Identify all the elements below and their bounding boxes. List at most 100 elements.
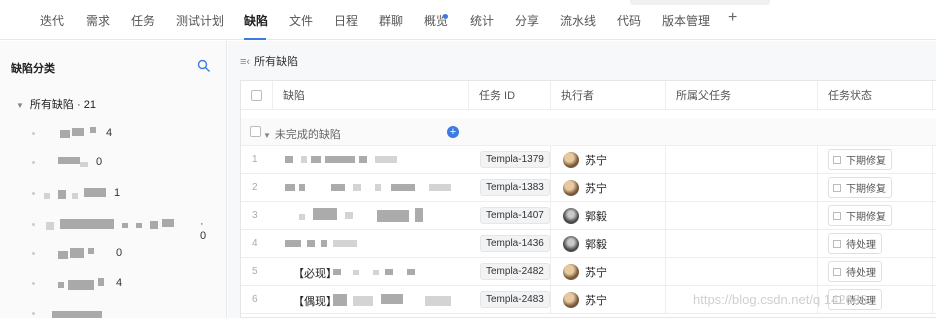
table-row[interactable]: 2 Templa-1383 苏宁 下期修复: [241, 174, 936, 202]
table-row[interactable]: 5 【必现】 Templa-2482 苏宁 待处理: [241, 258, 936, 286]
column-header-task-id[interactable]: 任务 ID: [469, 81, 551, 109]
parent-task-cell[interactable]: [666, 230, 818, 257]
assignee-cell[interactable]: 郭毅: [551, 230, 666, 257]
category-count: · 0: [200, 218, 207, 242]
parent-task-cell[interactable]: [666, 174, 818, 201]
assignee-cell[interactable]: 苏宁: [551, 286, 666, 313]
table-row[interactable]: 1 Templa-1379 苏宁 下期修复: [241, 146, 936, 174]
status-cell[interactable]: 下期修复: [818, 174, 933, 201]
defect-title[interactable]: 【必现】: [293, 265, 337, 281]
assignee-cell[interactable]: 苏宁: [551, 258, 666, 285]
tab-test-plan[interactable]: 测试计划: [176, 12, 224, 29]
defect-category-sidebar: 缺陷分类 ▼ 所有缺陷 · 21 4 0 1 · 0 0 4: [0, 41, 227, 318]
avatar: [563, 207, 579, 224]
redacted-text: [353, 296, 373, 306]
collapse-menu-icon[interactable]: ≡‹: [240, 56, 250, 68]
redacted-text: [333, 240, 357, 247]
tab-defects[interactable]: 缺陷: [244, 12, 268, 29]
sidebar-category-item[interactable]: 0: [32, 156, 212, 170]
redacted-text: [136, 223, 142, 228]
add-tab-button[interactable]: +: [728, 9, 737, 27]
avatar: [563, 151, 579, 168]
sidebar-category-item[interactable]: 1: [32, 187, 212, 201]
parent-task-cell[interactable]: [666, 146, 818, 173]
category-count: 0: [116, 247, 123, 259]
redacted-text: [425, 296, 451, 306]
column-header-assignee[interactable]: 执行者: [551, 81, 666, 109]
column-header-task-status[interactable]: 任务状态: [818, 81, 933, 109]
redacted-text: [333, 269, 341, 275]
redacted-text: [285, 156, 293, 163]
defect-title[interactable]: 【偶现】: [293, 293, 337, 309]
select-all-checkbox[interactable]: [241, 81, 273, 109]
tab-statistics[interactable]: 统计: [470, 12, 494, 29]
task-id-badge[interactable]: Templa-2483: [480, 291, 550, 308]
redacted-text: [373, 270, 379, 275]
task-id-badge[interactable]: Templa-1407: [480, 207, 550, 224]
column-header-parent-task[interactable]: 所属父任务: [666, 81, 818, 109]
sidebar-category-item[interactable]: 0: [32, 247, 212, 261]
sidebar-category-item[interactable]: [32, 307, 212, 318]
redacted-text: [375, 184, 381, 191]
status-badge[interactable]: 下期修复: [828, 205, 892, 226]
category-count: 4: [106, 127, 113, 139]
tab-code[interactable]: 代码: [617, 12, 641, 29]
sidebar-category-item[interactable]: 4: [32, 127, 212, 141]
add-defect-button[interactable]: +: [447, 126, 459, 138]
sidebar-item-all-defects[interactable]: ▼ 所有缺陷 · 21: [16, 96, 96, 112]
task-id-badge[interactable]: Templa-2482: [480, 263, 550, 280]
status-badge[interactable]: 待处理: [828, 261, 882, 282]
bullet-icon: [32, 282, 35, 285]
row-index: 1: [252, 154, 258, 165]
assignee-cell[interactable]: 苏宁: [551, 146, 666, 173]
tab-requirements[interactable]: 需求: [86, 12, 110, 29]
task-id-badge[interactable]: Templa-1383: [480, 179, 550, 196]
tab-files[interactable]: 文件: [289, 12, 313, 29]
group-checkbox[interactable]: [250, 126, 261, 137]
status-badge[interactable]: 待处理: [828, 233, 882, 254]
redacted-text: [84, 188, 106, 197]
status-cell[interactable]: 待处理: [818, 258, 933, 285]
group-header-unfinished[interactable]: ▼ 未完成的缺陷 +: [241, 118, 936, 146]
parent-task-cell[interactable]: [666, 202, 818, 229]
caret-down-icon: ▼: [263, 131, 271, 140]
search-icon[interactable]: [197, 59, 211, 73]
breadcrumb[interactable]: ≡‹ 所有缺陷: [240, 53, 298, 69]
assignee-cell[interactable]: 郭毅: [551, 202, 666, 229]
status-badge[interactable]: 下期修复: [828, 149, 892, 170]
redacted-text: [415, 208, 423, 222]
redacted-text: [385, 269, 393, 275]
status-cell[interactable]: 待处理: [818, 230, 933, 257]
assignee-cell[interactable]: 苏宁: [551, 174, 666, 201]
status-badge[interactable]: 下期修复: [828, 177, 892, 198]
redacted-text: [353, 270, 359, 275]
row-index: 6: [252, 294, 258, 305]
tab-version-management[interactable]: 版本管理: [662, 12, 710, 29]
sidebar-category-item[interactable]: 4: [32, 277, 212, 291]
sidebar-category-item[interactable]: · 0: [32, 218, 212, 242]
bullet-icon: [32, 312, 35, 315]
tab-iteration[interactable]: 迭代: [40, 12, 64, 29]
assignee-name: 苏宁: [585, 294, 607, 307]
tab-tasks[interactable]: 任务: [131, 12, 155, 29]
parent-task-cell[interactable]: [666, 258, 818, 285]
tab-schedule[interactable]: 日程: [334, 12, 358, 29]
task-id-badge[interactable]: Templa-1436: [480, 235, 550, 252]
tab-share[interactable]: 分享: [515, 12, 539, 29]
status-text: 下期修复: [846, 184, 886, 195]
status-cell[interactable]: 下期修复: [818, 146, 933, 173]
task-id-badge[interactable]: Templa-1379: [480, 151, 550, 168]
tab-group-chat[interactable]: 群聊: [379, 12, 403, 29]
column-header-defect[interactable]: 缺陷: [273, 81, 469, 109]
assignee-name: 苏宁: [585, 182, 607, 195]
task-id-cell: Templa-1436: [469, 230, 551, 257]
table-row[interactable]: 3 Templa-1407 郭毅 下期修复: [241, 202, 936, 230]
defect-list-panel: ≡‹ 所有缺陷 缺陷 任务 ID 执行者 所属父任务 任务状态 ▼ 未完成的缺陷 +…: [228, 41, 936, 318]
tab-pipeline[interactable]: 流水线: [560, 12, 596, 29]
redacted-text: [52, 311, 102, 318]
table-row[interactable]: 4 Templa-1436 郭毅 待处理: [241, 230, 936, 258]
group-label: ▼ 未完成的缺陷: [263, 126, 341, 142]
task-id-cell: Templa-1383: [469, 174, 551, 201]
redacted-text: [44, 193, 50, 199]
status-cell[interactable]: 下期修复: [818, 202, 933, 229]
